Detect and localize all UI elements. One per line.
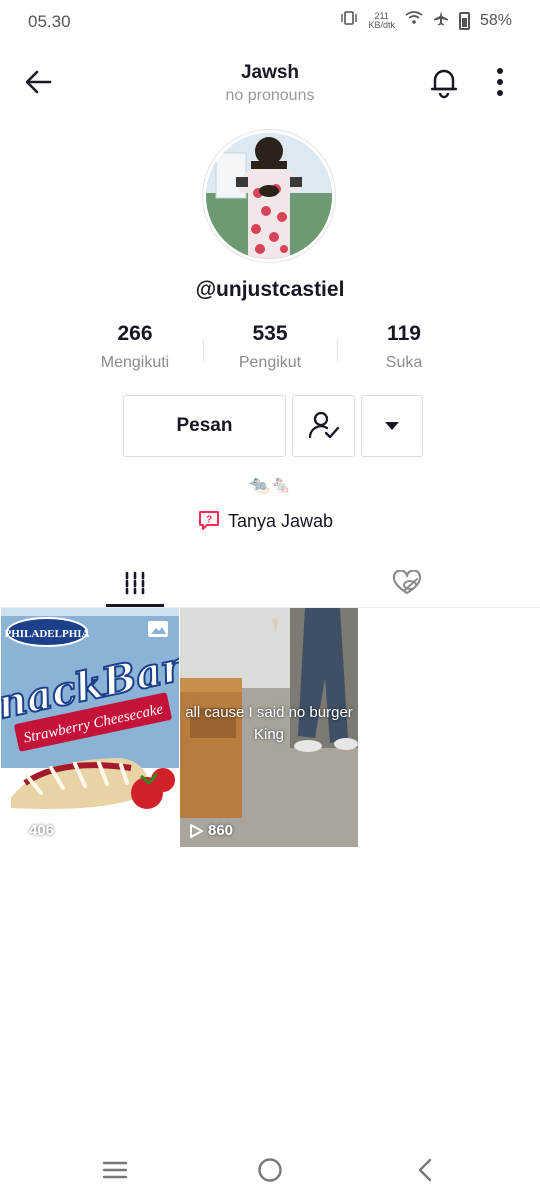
- more-options-button[interactable]: [488, 64, 512, 100]
- followers-stat[interactable]: 535 Pengikut: [195, 322, 345, 372]
- bio: 🐀🐁: [248, 475, 292, 494]
- home-button[interactable]: [250, 1152, 290, 1188]
- user-check-icon: [308, 411, 339, 439]
- tab-videos[interactable]: [106, 560, 164, 606]
- grid-bars-icon: [125, 571, 145, 595]
- battery-icon: [458, 11, 470, 30]
- video-thumbnail[interactable]: PHILADELPHIA SnackBars Strawberry Cheese…: [1, 608, 179, 847]
- avatar-image: [206, 133, 332, 259]
- bell-icon: [430, 69, 458, 99]
- notification-button[interactable]: [426, 64, 462, 100]
- more-vertical-icon: [497, 68, 503, 96]
- following-stat[interactable]: 266 Mengikuti: [60, 322, 210, 372]
- video-thumbnail[interactable]: all cause I said no burger King 860: [180, 608, 358, 847]
- airplane-icon: [433, 10, 449, 31]
- status-icons: 211 KB/dtk 58%: [340, 10, 512, 31]
- likes-count: 119: [387, 322, 421, 345]
- following-status-button[interactable]: [292, 395, 355, 457]
- username: @unjustcastiel: [195, 278, 345, 301]
- video-caption: all cause I said no burger King: [185, 704, 353, 743]
- caret-down-icon: [385, 422, 399, 430]
- chevron-left-icon: [418, 1158, 432, 1182]
- followers-label: Pengikut: [238, 354, 302, 371]
- net-speed: 211 KB/dtk: [368, 10, 395, 30]
- svg-text:PHILADELPHIA: PHILADELPHIA: [5, 628, 90, 640]
- message-button[interactable]: Pesan: [123, 395, 286, 457]
- video-view-count: 406: [9, 822, 54, 839]
- following-count: 266: [117, 322, 153, 345]
- system-back-button[interactable]: [405, 1152, 445, 1188]
- video-view-count: 860: [188, 822, 233, 839]
- likes-label: Suka: [385, 354, 423, 371]
- likes-stat[interactable]: 119 Suka: [329, 322, 479, 372]
- wifi-icon: [405, 11, 423, 30]
- tab-liked-hidden[interactable]: [378, 560, 436, 606]
- video-cover: PHILADELPHIA SnackBars Strawberry Cheese…: [1, 608, 179, 847]
- menu-lines-icon: [102, 1161, 128, 1179]
- heart-hidden-icon: [392, 570, 422, 595]
- status-time: 05.30: [28, 12, 71, 31]
- svg-text:?: ?: [206, 515, 212, 526]
- play-outline-icon: [11, 823, 24, 838]
- vibrate-icon: [340, 10, 358, 31]
- suggested-accounts-dropdown[interactable]: [361, 395, 423, 457]
- avatar[interactable]: [202, 129, 336, 263]
- play-outline-icon: [190, 823, 203, 838]
- qa-label: Tanya Jawab: [228, 510, 334, 531]
- followers-count: 535: [252, 322, 288, 345]
- circle-home-icon: [258, 1158, 282, 1182]
- recent-apps-button[interactable]: [95, 1152, 135, 1188]
- question-bubble-icon: ?: [199, 511, 219, 530]
- battery-percent: 58%: [479, 11, 512, 29]
- following-label: Mengikuti: [100, 354, 170, 371]
- qa-link[interactable]: ? Tanya Jawab: [198, 510, 333, 532]
